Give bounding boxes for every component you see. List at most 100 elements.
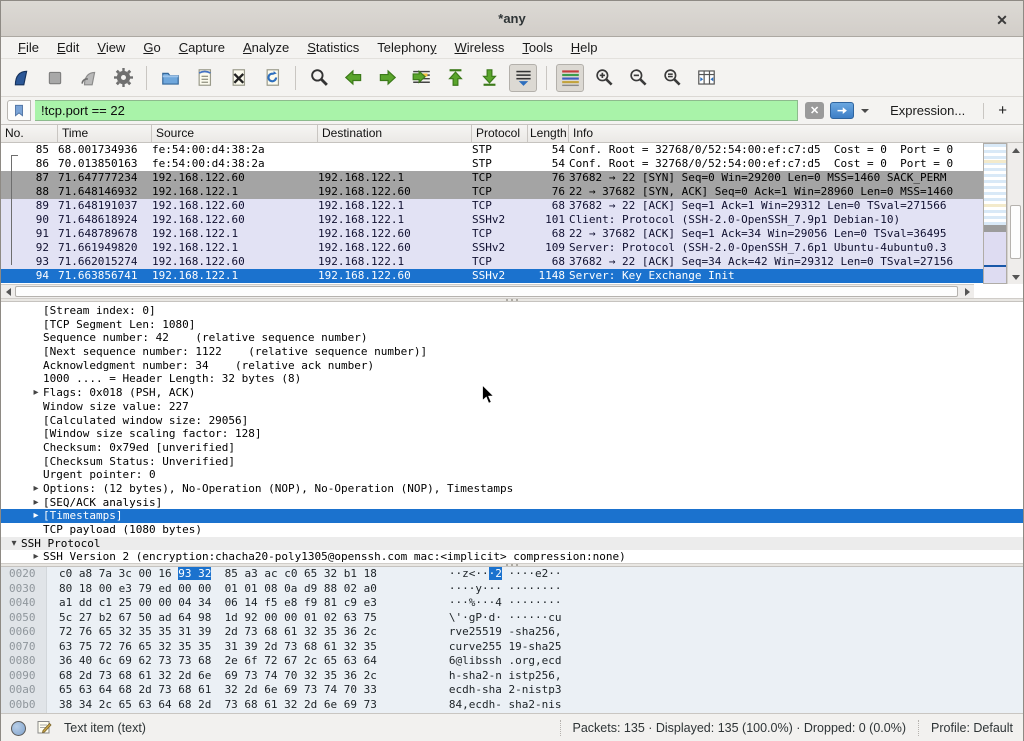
hex-row[interactable]: 003080 18 00 e3 79 ed 00 00 01 01 08 0a … [1,582,1023,597]
display-filter-input[interactable]: !tcp.port == 22 [35,100,798,121]
detail-line[interactable]: ▸[Timestamps] [1,509,1023,523]
go-to-top-icon[interactable] [441,64,469,92]
packet-list-vertical-scrollbar[interactable] [1007,143,1023,284]
apply-arrow-icon[interactable] [830,102,854,119]
scroll-up-icon[interactable] [1008,143,1023,157]
detail-line[interactable]: Checksum: 0x79ed [unverified] [1,441,1023,455]
detail-line[interactable]: [Window size scaling factor: 128] [1,427,1023,441]
detail-line[interactable]: Acknowledgment number: 34 (relative ack … [1,359,1023,373]
dropdown-caret-icon[interactable] [858,102,872,119]
capture-comment-icon[interactable] [36,719,52,738]
detail-line[interactable]: ▸Flags: 0x018 (PSH, ACK) [1,386,1023,400]
detail-line[interactable]: Window size value: 227 [1,400,1023,414]
hex-row[interactable]: 00505c 27 b2 67 50 ad 64 98 1d 92 00 00 … [1,611,1023,626]
detail-line[interactable]: ▸[SEQ/ACK analysis] [1,496,1023,510]
expand-arrow-icon[interactable]: ▸ [29,482,43,496]
intelligent-scrollbar-minimap[interactable] [983,143,1007,284]
detail-line[interactable]: [Next sequence number: 1122 (relative se… [1,345,1023,359]
column-header-destination[interactable]: Destination [318,125,472,142]
close-file-icon[interactable] [224,64,252,92]
zoom-reset-icon[interactable] [658,64,686,92]
expand-arrow-icon[interactable]: ▸ [29,496,43,510]
menu-statistics[interactable]: Statistics [298,38,368,57]
column-header-no[interactable]: No. [1,125,58,142]
packet-row[interactable]: 9371.662015274192.168.122.60192.168.122.… [1,255,983,269]
menu-view[interactable]: View [88,38,134,57]
restart-capture-icon[interactable] [75,64,103,92]
detail-line[interactable]: [TCP Segment Len: 1080] [1,318,1023,332]
expert-info-icon[interactable] [11,721,26,736]
stop-capture-icon[interactable] [41,64,69,92]
reload-file-icon[interactable] [258,64,286,92]
resize-columns-icon[interactable] [692,64,720,92]
packet-list-horizontal-scrollbar[interactable] [1,284,974,298]
detail-line[interactable]: ▸Options: (12 bytes), No-Operation (NOP)… [1,482,1023,496]
scroll-right-icon[interactable] [960,285,974,298]
column-header-protocol[interactable]: Protocol [472,125,528,142]
clear-icon[interactable]: ✕ [805,102,824,119]
detail-line[interactable]: Urgent pointer: 0 [1,468,1023,482]
profile-text[interactable]: Profile: Default [931,721,1013,735]
detail-line[interactable]: [Checksum Status: Unverified] [1,455,1023,469]
zoom-in-icon[interactable] [590,64,618,92]
detail-line[interactable]: Sequence number: 42 (relative sequence n… [1,331,1023,345]
detail-line[interactable]: ▾SSH Protocol [1,537,1023,551]
hex-row[interactable]: 00b038 34 2c 65 63 64 68 2d 73 68 61 32 … [1,698,1023,713]
hex-row[interactable]: 00a065 63 64 68 2d 73 68 61 32 2d 6e 69 … [1,683,1023,698]
menu-edit[interactable]: Edit [48,38,88,57]
hex-row[interactable]: 006072 76 65 32 35 35 31 39 2d 73 68 61 … [1,625,1023,640]
menu-help[interactable]: Help [562,38,607,57]
hex-row[interactable]: 0040a1 dd c1 25 00 00 04 34 06 14 f5 e8 … [1,596,1023,611]
menu-file[interactable]: File [9,38,48,57]
hex-row[interactable]: 008036 40 6c 69 62 73 73 68 2e 6f 72 67 … [1,654,1023,669]
go-to-packet-icon[interactable] [407,64,435,92]
close-window-icon[interactable]: ✕ [991,9,1013,31]
menu-wireless[interactable]: Wireless [446,38,514,57]
auto-scroll-icon[interactable] [509,64,537,92]
detail-line[interactable]: [Calculated window size: 29056] [1,414,1023,428]
hex-row[interactable]: 0020c0 a8 7a 3c 00 16 93 32 85 a3 ac c0 … [1,567,1023,582]
scrollbar-thumb[interactable] [15,286,958,297]
column-header-time[interactable]: Time [58,125,152,142]
scrollbar-thumb[interactable] [1010,205,1021,259]
menu-analyze[interactable]: Analyze [234,38,298,57]
expand-arrow-icon[interactable]: ▸ [29,386,43,400]
packet-row[interactable]: 9071.648618924192.168.122.60192.168.122.… [1,213,983,227]
packet-row[interactable]: 8871.648146932192.168.122.1192.168.122.6… [1,185,983,199]
title-bar[interactable]: *any ✕ [1,1,1023,37]
find-packet-icon[interactable] [305,64,333,92]
go-to-bottom-icon[interactable] [475,64,503,92]
detail-line[interactable]: TCP payload (1080 bytes) [1,523,1023,537]
start-capture-fin-icon[interactable] [7,64,35,92]
menu-tools[interactable]: Tools [513,38,561,57]
hex-row[interactable]: 009068 2d 73 68 61 32 2d 6e 69 73 74 70 … [1,669,1023,684]
packet-row[interactable]: 8971.648191037192.168.122.60192.168.122.… [1,199,983,213]
menu-capture[interactable]: Capture [170,38,234,57]
column-header-source[interactable]: Source [152,125,318,142]
menu-telephony[interactable]: Telephony [368,38,445,57]
menu-go[interactable]: Go [134,38,169,57]
colorize-icon[interactable] [556,64,584,92]
hex-row[interactable]: 007063 75 72 76 65 32 35 35 31 39 2d 73 … [1,640,1023,655]
column-header-length[interactable]: Length [528,125,569,142]
detail-line[interactable]: ▸SSH Version 2 (encryption:chacha20-poly… [1,550,1023,563]
go-forward-icon[interactable] [373,64,401,92]
go-back-icon[interactable] [339,64,367,92]
packet-row[interactable]: 9171.648789678192.168.122.1192.168.122.6… [1,227,983,241]
scroll-left-icon[interactable] [1,285,15,298]
expand-arrow-icon[interactable]: ▾ [7,537,21,551]
open-file-folder-icon[interactable] [156,64,184,92]
packet-row[interactable]: 9471.663856741192.168.122.1192.168.122.6… [1,269,983,283]
detail-line[interactable]: 1000 .... = Header Length: 32 bytes (8) [1,372,1023,386]
packet-row[interactable]: 8568.001734936fe:54:00:d4:38:2aSTP54Conf… [1,143,983,157]
packet-row[interactable]: 9271.661949820192.168.122.1192.168.122.6… [1,241,983,255]
expand-arrow-icon[interactable]: ▸ [29,550,43,563]
expand-arrow-icon[interactable]: ▸ [29,509,43,523]
bookmark-icon[interactable] [7,100,31,121]
detail-line[interactable]: [Stream index: 0] [1,304,1023,318]
packet-list-header[interactable]: No. Time Source Destination Protocol Len… [1,125,1023,143]
expression-button[interactable]: Expression... [890,103,965,118]
add-filter-button[interactable]: + [998,102,1007,119]
zoom-out-icon[interactable] [624,64,652,92]
scroll-down-icon[interactable] [1008,270,1023,284]
